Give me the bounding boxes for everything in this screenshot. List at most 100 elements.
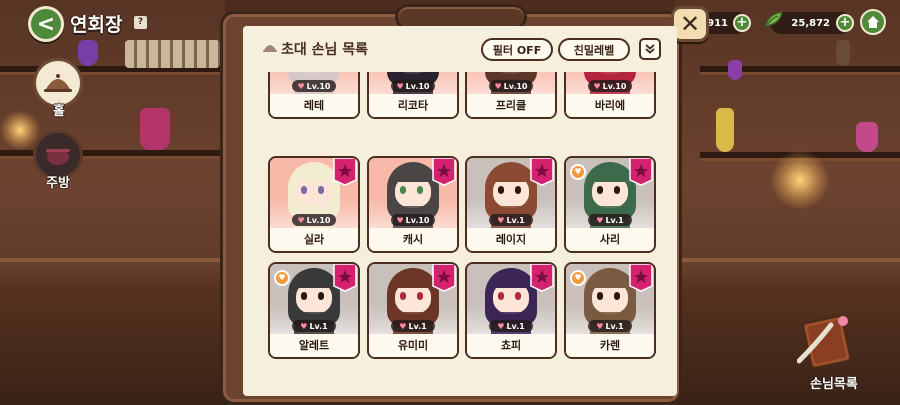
guest-card[interactable]: ♥ Lv.1 쵸피 bbox=[465, 262, 557, 359]
guest-portrait: ♥ Lv.1 bbox=[369, 264, 457, 334]
guest-name: 쵸피 bbox=[467, 334, 555, 357]
star-ribbon-icon bbox=[530, 158, 554, 186]
heart-icon: ♥ bbox=[297, 81, 305, 91]
help-icon[interactable]: ? bbox=[134, 16, 147, 29]
leaf-gem-icon bbox=[765, 11, 783, 27]
level-text: Lv.10 bbox=[405, 81, 430, 91]
intimacy-sort-button[interactable]: 친밀레벨 bbox=[558, 38, 630, 61]
heart-icon: ♥ bbox=[396, 215, 404, 225]
guest-name: 카렌 bbox=[566, 334, 654, 357]
guest-portrait: ♥ Lv.10 bbox=[270, 158, 358, 228]
level-badge: ♥ Lv.10 bbox=[391, 214, 435, 226]
bottle bbox=[836, 40, 850, 66]
home-button[interactable] bbox=[860, 9, 886, 35]
level-text: Lv.10 bbox=[306, 81, 331, 91]
level-text: Lv.1 bbox=[309, 321, 328, 331]
character-eye bbox=[498, 292, 504, 300]
character-eye bbox=[515, 292, 521, 300]
guest-name: 레이지 bbox=[467, 228, 555, 251]
guest-name: 캐시 bbox=[369, 228, 457, 251]
level-badge: ♥ Lv.10 bbox=[292, 214, 336, 226]
guest-card[interactable]: ♥ Lv.1 ♥ 카렌 bbox=[564, 262, 656, 359]
character-eye bbox=[614, 292, 620, 300]
guest-name: 사리 bbox=[566, 228, 654, 251]
level-badge: ♥ Lv.10 bbox=[489, 80, 533, 92]
star-ribbon-icon bbox=[432, 158, 456, 186]
back-button[interactable]: < bbox=[28, 6, 64, 42]
character-bangs bbox=[391, 166, 435, 182]
guest-card[interactable]: ♥ Lv.10 실라 bbox=[268, 156, 360, 253]
character-eye bbox=[515, 186, 521, 194]
level-text: Lv.1 bbox=[605, 321, 624, 331]
guest-portrait: ♥ Lv.1 ♥ bbox=[566, 264, 654, 334]
guest-name: 레테 bbox=[270, 94, 358, 117]
character-bangs bbox=[588, 166, 632, 182]
guest-card[interactable]: ♥ Lv.10 캐시 bbox=[367, 156, 459, 253]
character-eye bbox=[498, 186, 504, 194]
level-text: Lv.1 bbox=[605, 215, 624, 225]
heart-icon: ♥ bbox=[399, 321, 407, 331]
heart-icon: ♥ bbox=[497, 215, 505, 225]
level-badge: ♥ Lv.1 bbox=[588, 320, 632, 332]
level-text: Lv.10 bbox=[602, 81, 627, 91]
level-text: Lv.1 bbox=[506, 321, 525, 331]
guest-portrait: ♥ Lv.10 bbox=[369, 158, 457, 228]
level-badge: ♥ Lv.1 bbox=[489, 320, 533, 332]
guest-name: 리코타 bbox=[369, 94, 457, 117]
hall-label: 홀 bbox=[53, 104, 65, 119]
add-coins-button[interactable]: + bbox=[733, 14, 751, 32]
star-ribbon-icon bbox=[629, 264, 653, 292]
level-text: Lv.1 bbox=[506, 215, 525, 225]
guest-name: 프리클 bbox=[467, 94, 555, 117]
filter-button[interactable]: 필터 OFF bbox=[481, 38, 553, 61]
heart-icon: ♥ bbox=[596, 321, 604, 331]
guest-card[interactable]: ♥ Lv.1 유미미 bbox=[367, 262, 459, 359]
level-badge: ♥ Lv.10 bbox=[292, 80, 336, 92]
level-badge: ♥ Lv.1 bbox=[292, 320, 336, 332]
heart-badge-icon: ♥ bbox=[274, 270, 290, 286]
pot-icon bbox=[46, 149, 70, 165]
character-eye bbox=[614, 186, 620, 194]
heart-icon: ♥ bbox=[396, 81, 404, 91]
candle-light bbox=[0, 110, 40, 150]
bottle bbox=[728, 60, 742, 80]
character-eye bbox=[417, 186, 423, 194]
cloche-icon bbox=[263, 45, 277, 52]
guest-card[interactable]: ♥ Lv.1 ♥ 알레트 bbox=[268, 262, 360, 359]
character-bangs bbox=[292, 272, 336, 288]
star-ribbon-icon bbox=[629, 158, 653, 186]
level-badge: ♥ Lv.1 bbox=[391, 320, 435, 332]
expand-button[interactable] bbox=[639, 38, 661, 60]
heart-badge-icon: ♥ bbox=[570, 270, 586, 286]
character-eye bbox=[400, 186, 406, 194]
star-ribbon-icon bbox=[333, 158, 357, 186]
panel-title: 초대 손님 목록 bbox=[281, 42, 369, 58]
bottle bbox=[716, 108, 734, 152]
guest-grid: ♥ Lv.10 레테 ♥ Lv.10 리코타 ♥ Lv.10 프리클 ♥ Lv.10 바리에 ♥ Lv.1… bbox=[243, 26, 677, 396]
panel-header: 초대 손님 목록 필터 OFF 친밀레벨 bbox=[243, 26, 677, 72]
bottle bbox=[140, 108, 170, 150]
guest-card[interactable]: ♥ Lv.1 ♥ 사리 bbox=[564, 156, 656, 253]
character-eye bbox=[597, 292, 603, 300]
star-ribbon-icon bbox=[333, 264, 357, 292]
heart-icon: ♥ bbox=[494, 81, 502, 91]
heart-icon: ♥ bbox=[497, 321, 505, 331]
guest-book-button[interactable] bbox=[797, 313, 853, 373]
character-eye bbox=[318, 186, 324, 194]
character-bangs bbox=[489, 166, 533, 182]
add-gems-button[interactable]: + bbox=[836, 14, 854, 32]
heart-icon: ♥ bbox=[596, 215, 604, 225]
level-text: Lv.10 bbox=[503, 81, 528, 91]
home-icon bbox=[867, 16, 879, 28]
character-eye bbox=[301, 292, 307, 300]
guest-portrait: ♥ Lv.1 bbox=[467, 158, 555, 228]
bottle bbox=[78, 40, 98, 66]
star-ribbon-icon bbox=[432, 264, 456, 292]
guest-name: 유미미 bbox=[369, 334, 457, 357]
heart-badge-icon: ♥ bbox=[570, 164, 586, 180]
level-badge: ♥ Lv.1 bbox=[588, 214, 632, 226]
guest-portrait: ♥ Lv.1 ♥ bbox=[270, 264, 358, 334]
level-text: Lv.10 bbox=[306, 215, 331, 225]
character-eye bbox=[318, 292, 324, 300]
guest-card[interactable]: ♥ Lv.1 레이지 bbox=[465, 156, 557, 253]
